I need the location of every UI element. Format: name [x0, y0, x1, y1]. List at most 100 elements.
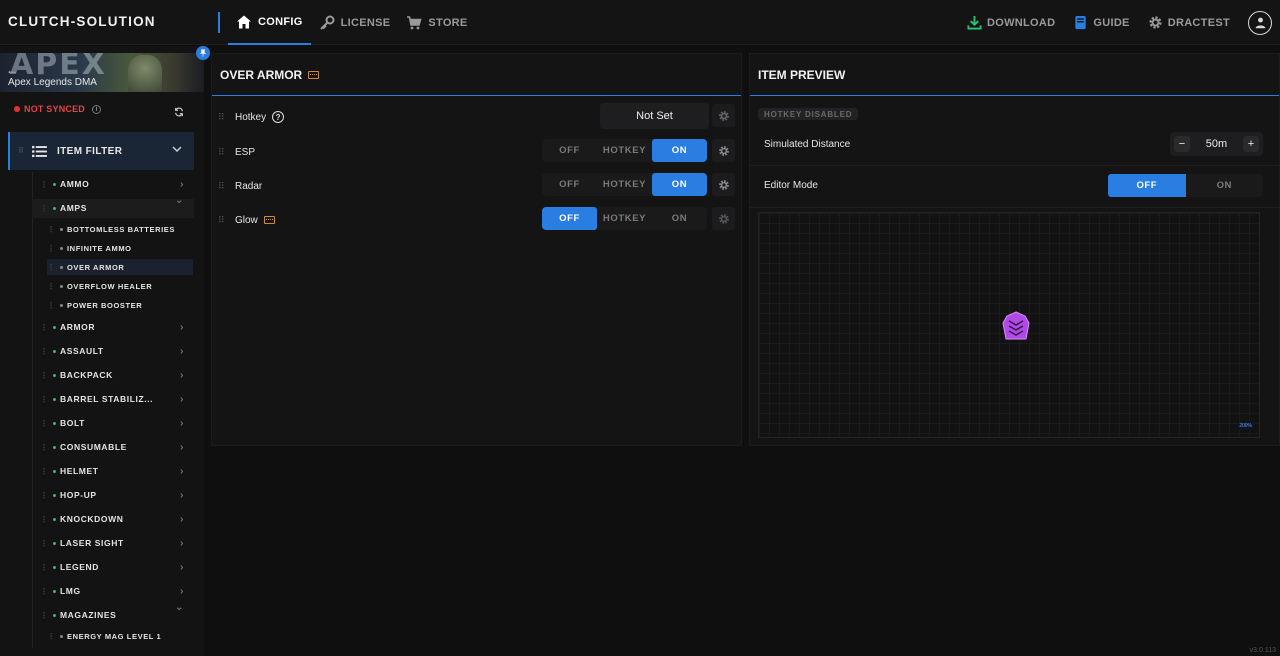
sidebar-subitem-power-booster[interactable]: ⋮ POWER BOOSTER: [47, 297, 193, 313]
option-hotkey[interactable]: HOTKEY: [597, 173, 652, 196]
help-icon[interactable]: ?: [272, 111, 285, 123]
drag-handle-icon[interactable]: ⋮: [40, 539, 48, 548]
chevron-right-icon: ›: [180, 345, 184, 357]
option-on[interactable]: ON: [652, 207, 707, 230]
sidebar-item-lmg[interactable]: ⋮ LMG ›: [40, 582, 190, 600]
drag-handle-icon[interactable]: ⠿: [218, 181, 225, 192]
option-hotkey[interactable]: HOTKEY: [597, 139, 652, 162]
main-nav: CONFIG LICENSE STORE: [228, 0, 476, 45]
option-off[interactable]: OFF: [542, 139, 597, 162]
drag-handle-icon[interactable]: ⋮: [47, 244, 55, 253]
refresh-icon[interactable]: [174, 104, 184, 122]
drag-handle-icon[interactable]: ⋮: [40, 443, 48, 452]
drag-handle-icon[interactable]: ⋮: [40, 587, 48, 596]
nav-license[interactable]: LICENSE: [311, 0, 399, 45]
drag-handle-icon[interactable]: ⋮: [40, 371, 48, 380]
option-hotkey[interactable]: HOTKEY: [597, 207, 652, 230]
sidebar-item-legend[interactable]: ⋮ LEGEND ›: [40, 558, 190, 576]
sync-dot: [14, 106, 20, 112]
sidebar-subitem-overflow-healer[interactable]: ⋮ OVERFLOW HEALER: [47, 278, 193, 294]
status-dot: [53, 206, 56, 210]
hotkey-settings-button[interactable]: [712, 104, 735, 127]
info-icon[interactable]: i: [92, 104, 102, 114]
nav-separator: [218, 12, 220, 33]
avatar[interactable]: [1248, 10, 1272, 35]
version-label: v3.0.113: [1249, 647, 1276, 654]
drag-handle-icon[interactable]: ⋮: [40, 419, 48, 428]
increase-distance-button[interactable]: +: [1243, 136, 1259, 152]
sidebar-item-bolt[interactable]: ⋮ BOLT ›: [40, 414, 190, 432]
nav-store-label: STORE: [428, 16, 468, 29]
esp-settings-button[interactable]: [712, 139, 735, 162]
option-off[interactable]: OFF: [542, 173, 597, 196]
back-arrow-icon[interactable]: ←: [6, 63, 18, 77]
sidebar-item-consumable[interactable]: ⋮ CONSUMABLE ›: [40, 438, 190, 456]
glow-settings-button[interactable]: [712, 207, 735, 230]
status-dot: [53, 325, 56, 329]
chevron-right-icon: ›: [180, 178, 184, 190]
option-on[interactable]: ON: [652, 173, 707, 196]
sidebar-subitem-energy-mag-level-1[interactable]: ⋮ ENERGY MAG LEVEL 1: [47, 628, 193, 644]
sidebar-item-barrel-stabiliz[interactable]: ⋮ BARREL STABILIZ... ›: [40, 390, 190, 408]
download-link[interactable]: DOWNLOAD: [967, 15, 1055, 30]
drag-handle-icon[interactable]: ⋮: [40, 180, 48, 189]
sidebar-item-knockdown[interactable]: ⋮ KNOCKDOWN ›: [40, 510, 190, 528]
drag-handle-icon[interactable]: ⋮: [47, 263, 55, 272]
hotkey-value-button[interactable]: Not Set: [600, 103, 709, 129]
option-off[interactable]: OFF: [542, 207, 597, 230]
sidebar-item-magazines[interactable]: ⋮ MAGAZINES ⌄: [40, 602, 190, 624]
drag-handle-icon[interactable]: ⋮: [40, 467, 48, 476]
sidebar-item-armor[interactable]: ⋮ ARMOR ›: [40, 318, 190, 336]
user-menu[interactable]: DRACTEST: [1148, 15, 1230, 30]
sidebar-item-assault[interactable]: ⋮ ASSAULT ›: [40, 342, 190, 360]
pin-button[interactable]: [196, 46, 210, 60]
hotkey-label: Hotkey ?: [235, 111, 285, 123]
brand-logo[interactable]: CLUTCH-SOLUTION: [8, 14, 156, 29]
editor-off-option[interactable]: OFF: [1108, 174, 1186, 197]
guide-link[interactable]: GUIDE: [1073, 15, 1129, 30]
drag-handle-icon[interactable]: ⋮: [40, 395, 48, 404]
sidebar-subitem-over-armor[interactable]: ⋮ OVER ARMOR: [47, 259, 193, 275]
nav-config[interactable]: CONFIG: [228, 0, 311, 45]
drag-handle-icon[interactable]: ⠿: [18, 146, 25, 155]
preview-canvas[interactable]: 200%: [758, 212, 1260, 438]
download-icon: [967, 15, 982, 30]
hotkey-disabled-badge: HOTKEY DISABLED: [758, 108, 859, 120]
decrease-distance-button[interactable]: −: [1174, 136, 1190, 152]
drag-handle-icon[interactable]: ⠿: [218, 215, 225, 226]
nav-store[interactable]: STORE: [398, 0, 475, 45]
drag-handle-icon[interactable]: ⋮: [40, 323, 48, 332]
armor-icon[interactable]: [999, 311, 1033, 341]
editor-on-option[interactable]: ON: [1186, 174, 1264, 197]
sidebar-item-helmet[interactable]: ⋮ HELMET ›: [40, 462, 190, 480]
sidebar-item-hop-up[interactable]: ⋮ HOP-UP ›: [40, 486, 190, 504]
sidebar-subitem-infinite-ammo[interactable]: ⋮ INFINITE AMMO: [47, 240, 193, 256]
drag-handle-icon[interactable]: ⋮: [40, 204, 48, 213]
drag-handle-icon[interactable]: ⠿: [218, 112, 225, 123]
keyboard-icon: [263, 216, 275, 224]
sidebar-item-amps[interactable]: ⋮ AMPS ⌄: [40, 195, 190, 217]
game-banner[interactable]: APEX ← Apex Legends DMA: [0, 53, 204, 92]
hotkey-label-text: Hotkey: [235, 111, 267, 123]
drag-handle-icon[interactable]: ⋮: [40, 515, 48, 524]
option-on[interactable]: ON: [652, 139, 707, 162]
sidebar-item-ammo[interactable]: ⋮ AMMO ›: [40, 175, 190, 193]
drag-handle-icon[interactable]: ⋮: [40, 491, 48, 500]
gear-icon: [718, 145, 729, 156]
sidebar-subitem-bottomless-batteries[interactable]: ⋮ BOTTOMLESS BATTERIES: [47, 221, 193, 237]
drag-handle-icon[interactable]: ⋮: [47, 282, 55, 291]
sidebar-item-backpack[interactable]: ⋮ BACKPACK ›: [40, 366, 190, 384]
key-icon: [319, 15, 335, 30]
drag-handle-icon[interactable]: ⋮: [47, 225, 55, 234]
drag-handle-icon[interactable]: ⋮: [47, 632, 55, 641]
item-filter-header[interactable]: ⠿ ITEM FILTER: [8, 132, 194, 170]
list-icon: [32, 145, 47, 157]
drag-handle-icon[interactable]: ⋮: [40, 563, 48, 572]
drag-handle-icon[interactable]: ⠿: [218, 147, 225, 158]
drag-handle-icon[interactable]: ⋮: [40, 347, 48, 356]
gear-icon: [1149, 16, 1162, 29]
sidebar-item-laser-sight[interactable]: ⋮ LASER SIGHT ›: [40, 534, 190, 552]
radar-settings-button[interactable]: [712, 173, 735, 196]
drag-handle-icon[interactable]: ⋮: [40, 611, 48, 620]
drag-handle-icon[interactable]: ⋮: [47, 301, 55, 310]
